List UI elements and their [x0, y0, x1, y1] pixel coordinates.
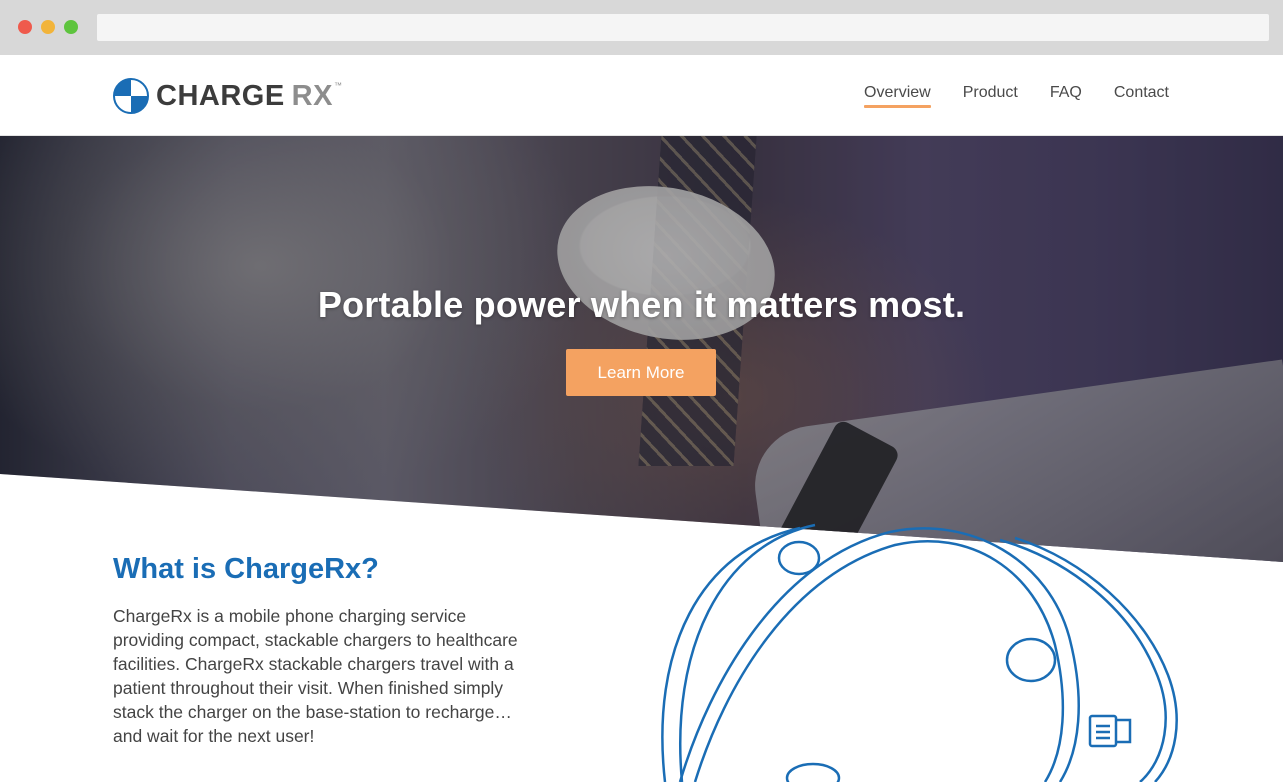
- site-header: CHARGE RX™ Overview Product FAQ Contact: [0, 55, 1283, 136]
- hero-section: Portable power when it matters most. Lea…: [0, 136, 1283, 562]
- logo-text-charge: CHARGE: [156, 80, 285, 112]
- learn-more-button[interactable]: Learn More: [566, 349, 716, 396]
- window-minimize-button[interactable]: [41, 20, 55, 34]
- logo-wordmark: CHARGE RX™: [156, 78, 342, 114]
- window-close-button[interactable]: [18, 20, 32, 34]
- about-title: What is ChargeRx?: [113, 553, 379, 585]
- logo-text-rx: RX: [291, 80, 333, 112]
- nav-item-overview[interactable]: Overview: [864, 84, 931, 108]
- logo-trademark: ™: [333, 81, 343, 90]
- about-description: ChargeRx is a mobile phone charging serv…: [113, 606, 518, 746]
- address-bar[interactable]: [97, 14, 1269, 41]
- window-maximize-button[interactable]: [64, 20, 78, 34]
- browser-chrome: [0, 0, 1283, 55]
- nav-item-product[interactable]: Product: [963, 84, 1018, 108]
- nav-item-contact[interactable]: Contact: [1114, 84, 1169, 108]
- charger-device-illustration-icon: [661, 523, 1178, 782]
- site-logo[interactable]: CHARGE RX™: [113, 78, 342, 114]
- main-nav: Overview Product FAQ Contact: [864, 84, 1169, 108]
- nav-item-faq[interactable]: FAQ: [1050, 84, 1082, 108]
- hero-title: Portable power when it matters most.: [317, 284, 966, 325]
- chargerx-logo-icon: [113, 78, 149, 114]
